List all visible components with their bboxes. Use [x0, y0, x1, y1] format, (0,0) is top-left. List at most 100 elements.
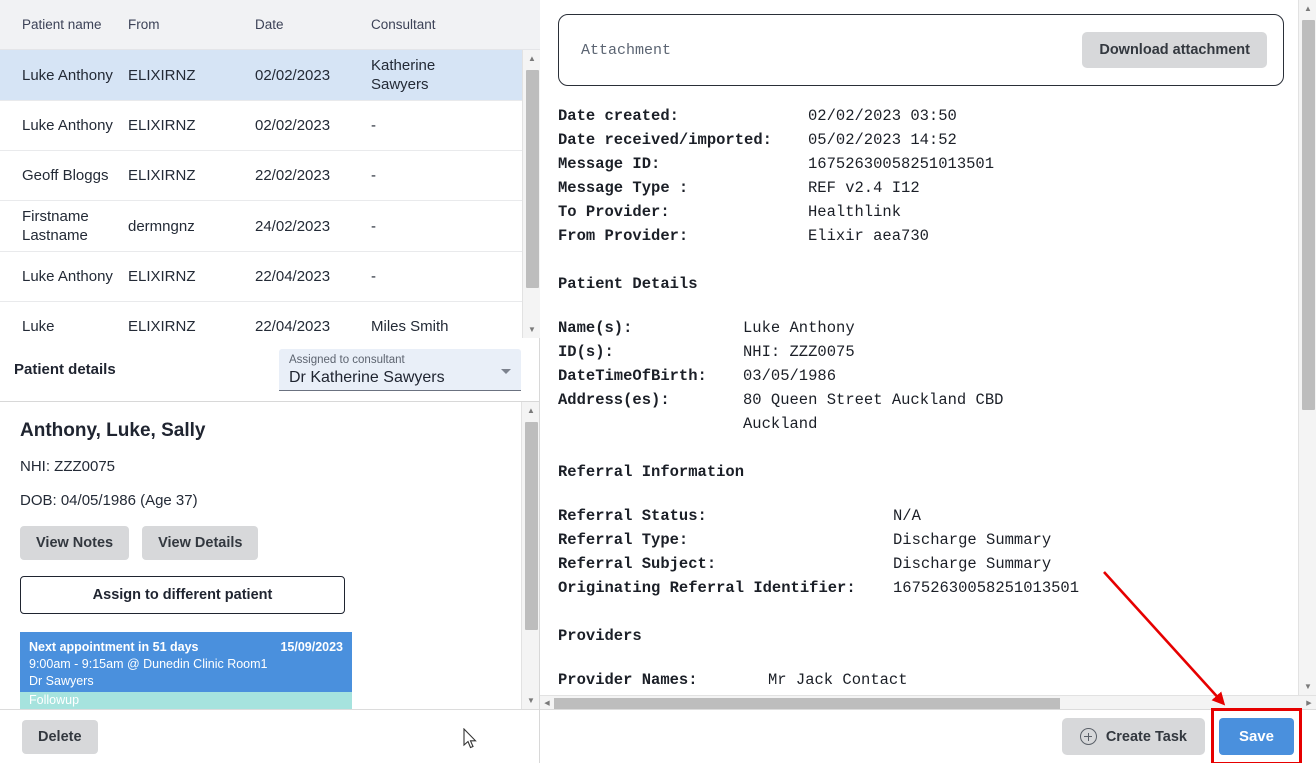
patient-details-vertical-scrollbar[interactable]: ▲ ▼: [521, 402, 539, 709]
message-referral-field-key: Referral Subject:: [558, 552, 893, 576]
message-patient-field-value: Luke Anthony: [743, 316, 855, 340]
appointment-time-place: 9:00am - 9:15am @ Dunedin Clinic Room1: [29, 656, 343, 673]
message-patient-field-row: Address(es):80 Queen Street Auckland CBD: [558, 388, 1316, 412]
message-referral-fields: Referral Status:N/AReferral Type:Dischar…: [558, 504, 1316, 600]
spacer: [558, 436, 1316, 460]
message-referral-field-value: N/A: [893, 504, 921, 528]
cell-from: ELIXIRNZ: [128, 166, 255, 185]
spacer: [558, 484, 1316, 504]
create-task-label: Create Task: [1106, 729, 1187, 745]
table-row[interactable]: LukeELIXIRNZ22/04/2023Miles Smith: [0, 302, 522, 338]
assigned-consultant-value: Dr Katherine Sawyers: [289, 367, 511, 389]
table-row[interactable]: Luke AnthonyELIXIRNZ02/02/2023Katherine …: [0, 50, 522, 101]
cell-from: dermngnz: [128, 217, 255, 236]
scroll-up-icon[interactable]: ▲: [1299, 0, 1316, 17]
message-patient-field-key: Name(s):: [558, 316, 743, 340]
message-patient-field-key: DateTimeOfBirth:: [558, 364, 743, 388]
save-button[interactable]: Save: [1219, 718, 1294, 755]
scroll-down-icon[interactable]: ▼: [522, 692, 539, 709]
cell-consultant: -: [371, 267, 491, 286]
download-attachment-button[interactable]: Download attachment: [1082, 32, 1267, 68]
cell-from: ELIXIRNZ: [128, 267, 255, 286]
message-referral-field-key: Referral Status:: [558, 504, 893, 528]
appointment-date: 15/09/2023: [280, 639, 343, 656]
cell-from: ELIXIRNZ: [128, 317, 255, 336]
scroll-up-icon[interactable]: ▲: [523, 50, 540, 67]
message-provider-field-key: Provider Names:: [558, 668, 768, 692]
attachment-box: Attachment Download attachment: [558, 14, 1284, 86]
message-patient-field-row: Auckland: [558, 412, 1316, 436]
message-patient-field-key: ID(s):: [558, 340, 743, 364]
column-header-date: Date: [255, 17, 371, 32]
scroll-down-icon[interactable]: ▼: [523, 321, 540, 338]
message-header-field-row: Message ID:16752630058251013501: [558, 152, 1316, 176]
view-details-button[interactable]: View Details: [142, 526, 258, 560]
inbox-table: Patient name From Date Consultant Luke A…: [0, 0, 540, 338]
cell-consultant: -: [371, 217, 491, 236]
column-header-from: From: [128, 17, 255, 32]
message-header-field-row: To Provider:Healthlink: [558, 200, 1316, 224]
inbox-table-body: Luke AnthonyELIXIRNZ02/02/2023Katherine …: [0, 50, 522, 338]
scroll-up-icon[interactable]: ▲: [522, 402, 539, 419]
scrollbar-thumb[interactable]: [554, 698, 1060, 709]
cell-patient-name: Geoff Bloggs: [22, 166, 128, 185]
cell-consultant: Katherine Sawyers: [371, 56, 491, 94]
message-patient-field-value: 80 Queen Street Auckland CBD: [743, 388, 1003, 412]
cell-date: 22/04/2023: [255, 267, 371, 286]
table-row[interactable]: Firstname Lastnamedermngnz24/02/2023-: [0, 201, 522, 252]
message-referral-field-row: Referral Status:N/A: [558, 504, 1316, 528]
scroll-left-icon[interactable]: ◀: [540, 696, 554, 709]
table-row[interactable]: Geoff BloggsELIXIRNZ22/02/2023-: [0, 151, 522, 201]
message-patient-field-key: [558, 412, 743, 436]
cell-from: ELIXIRNZ: [128, 116, 255, 135]
scroll-down-icon[interactable]: ▼: [1299, 678, 1316, 695]
message-referral-field-value: Discharge Summary: [893, 552, 1051, 576]
left-footer-bar: Delete: [0, 709, 539, 763]
message-header-field-value: Healthlink: [808, 200, 901, 224]
message-header-field-key: Date received/imported:: [558, 128, 808, 152]
create-task-button[interactable]: Create Task: [1062, 718, 1205, 755]
spacer: [558, 296, 1316, 316]
message-header-field-key: From Provider:: [558, 224, 808, 248]
scroll-right-icon[interactable]: ▶: [1302, 696, 1316, 709]
view-notes-button[interactable]: View Notes: [20, 526, 129, 560]
delete-button[interactable]: Delete: [22, 720, 98, 754]
inbox-vertical-scrollbar[interactable]: ▲ ▼: [522, 50, 540, 338]
appointment-type-tag: Followup: [20, 692, 352, 709]
cell-date: 22/04/2023: [255, 317, 371, 336]
patient-details-bar: Patient details Assigned to consultant D…: [0, 338, 539, 402]
chevron-down-icon[interactable]: [501, 369, 511, 374]
scrollbar-thumb[interactable]: [1302, 20, 1315, 410]
message-header-field-value: 02/02/2023 03:50: [808, 104, 957, 128]
assigned-consultant-label: Assigned to consultant: [289, 353, 511, 367]
column-header-patient-name: Patient name: [22, 17, 128, 32]
assign-to-different-patient-button[interactable]: Assign to different patient: [20, 576, 345, 614]
attachment-label: Attachment: [581, 42, 1082, 59]
message-referral-field-row: Referral Type:Discharge Summary: [558, 528, 1316, 552]
message-header-field-key: To Provider:: [558, 200, 808, 224]
message-patient-field-value: Auckland: [743, 412, 817, 436]
spacer: [558, 648, 1316, 668]
message-horizontal-scrollbar[interactable]: ◀ ▶: [540, 695, 1316, 709]
assigned-consultant-select[interactable]: Assigned to consultant Dr Katherine Sawy…: [279, 349, 521, 391]
message-referral-field-key: Originating Referral Identifier:: [558, 576, 893, 600]
plus-circle-icon: [1080, 728, 1097, 745]
referral-information-section-title: Referral Information: [558, 460, 1316, 484]
scrollbar-thumb[interactable]: [526, 70, 539, 288]
message-header-field-row: Message Type :REF v2.4 I12: [558, 176, 1316, 200]
message-header-field-key: Message Type :: [558, 176, 808, 200]
next-appointment-card[interactable]: Next appointment in 51 days 15/09/2023 9…: [20, 632, 352, 709]
cell-patient-name: Luke: [22, 317, 128, 336]
scrollbar-thumb[interactable]: [525, 422, 538, 630]
table-row[interactable]: Luke AnthonyELIXIRNZ22/04/2023-: [0, 252, 522, 302]
message-vertical-scrollbar[interactable]: ▲ ▼: [1298, 0, 1316, 695]
appointment-doctor: Dr Sawyers: [29, 673, 343, 690]
patient-details-content: Anthony, Luke, Sally NHI: ZZZ0075 DOB: 0…: [0, 402, 522, 709]
patient-dob: DOB: 04/05/1986 (Age 37): [20, 492, 502, 509]
table-row[interactable]: Luke AnthonyELIXIRNZ02/02/2023-: [0, 101, 522, 151]
spacer: [558, 600, 1316, 624]
cell-date: 22/02/2023: [255, 166, 371, 185]
message-header-field-row: Date received/imported:05/02/2023 14:52: [558, 128, 1316, 152]
message-patient-field-value: 03/05/1986: [743, 364, 836, 388]
message-referral-field-row: Originating Referral Identifier:16752630…: [558, 576, 1316, 600]
